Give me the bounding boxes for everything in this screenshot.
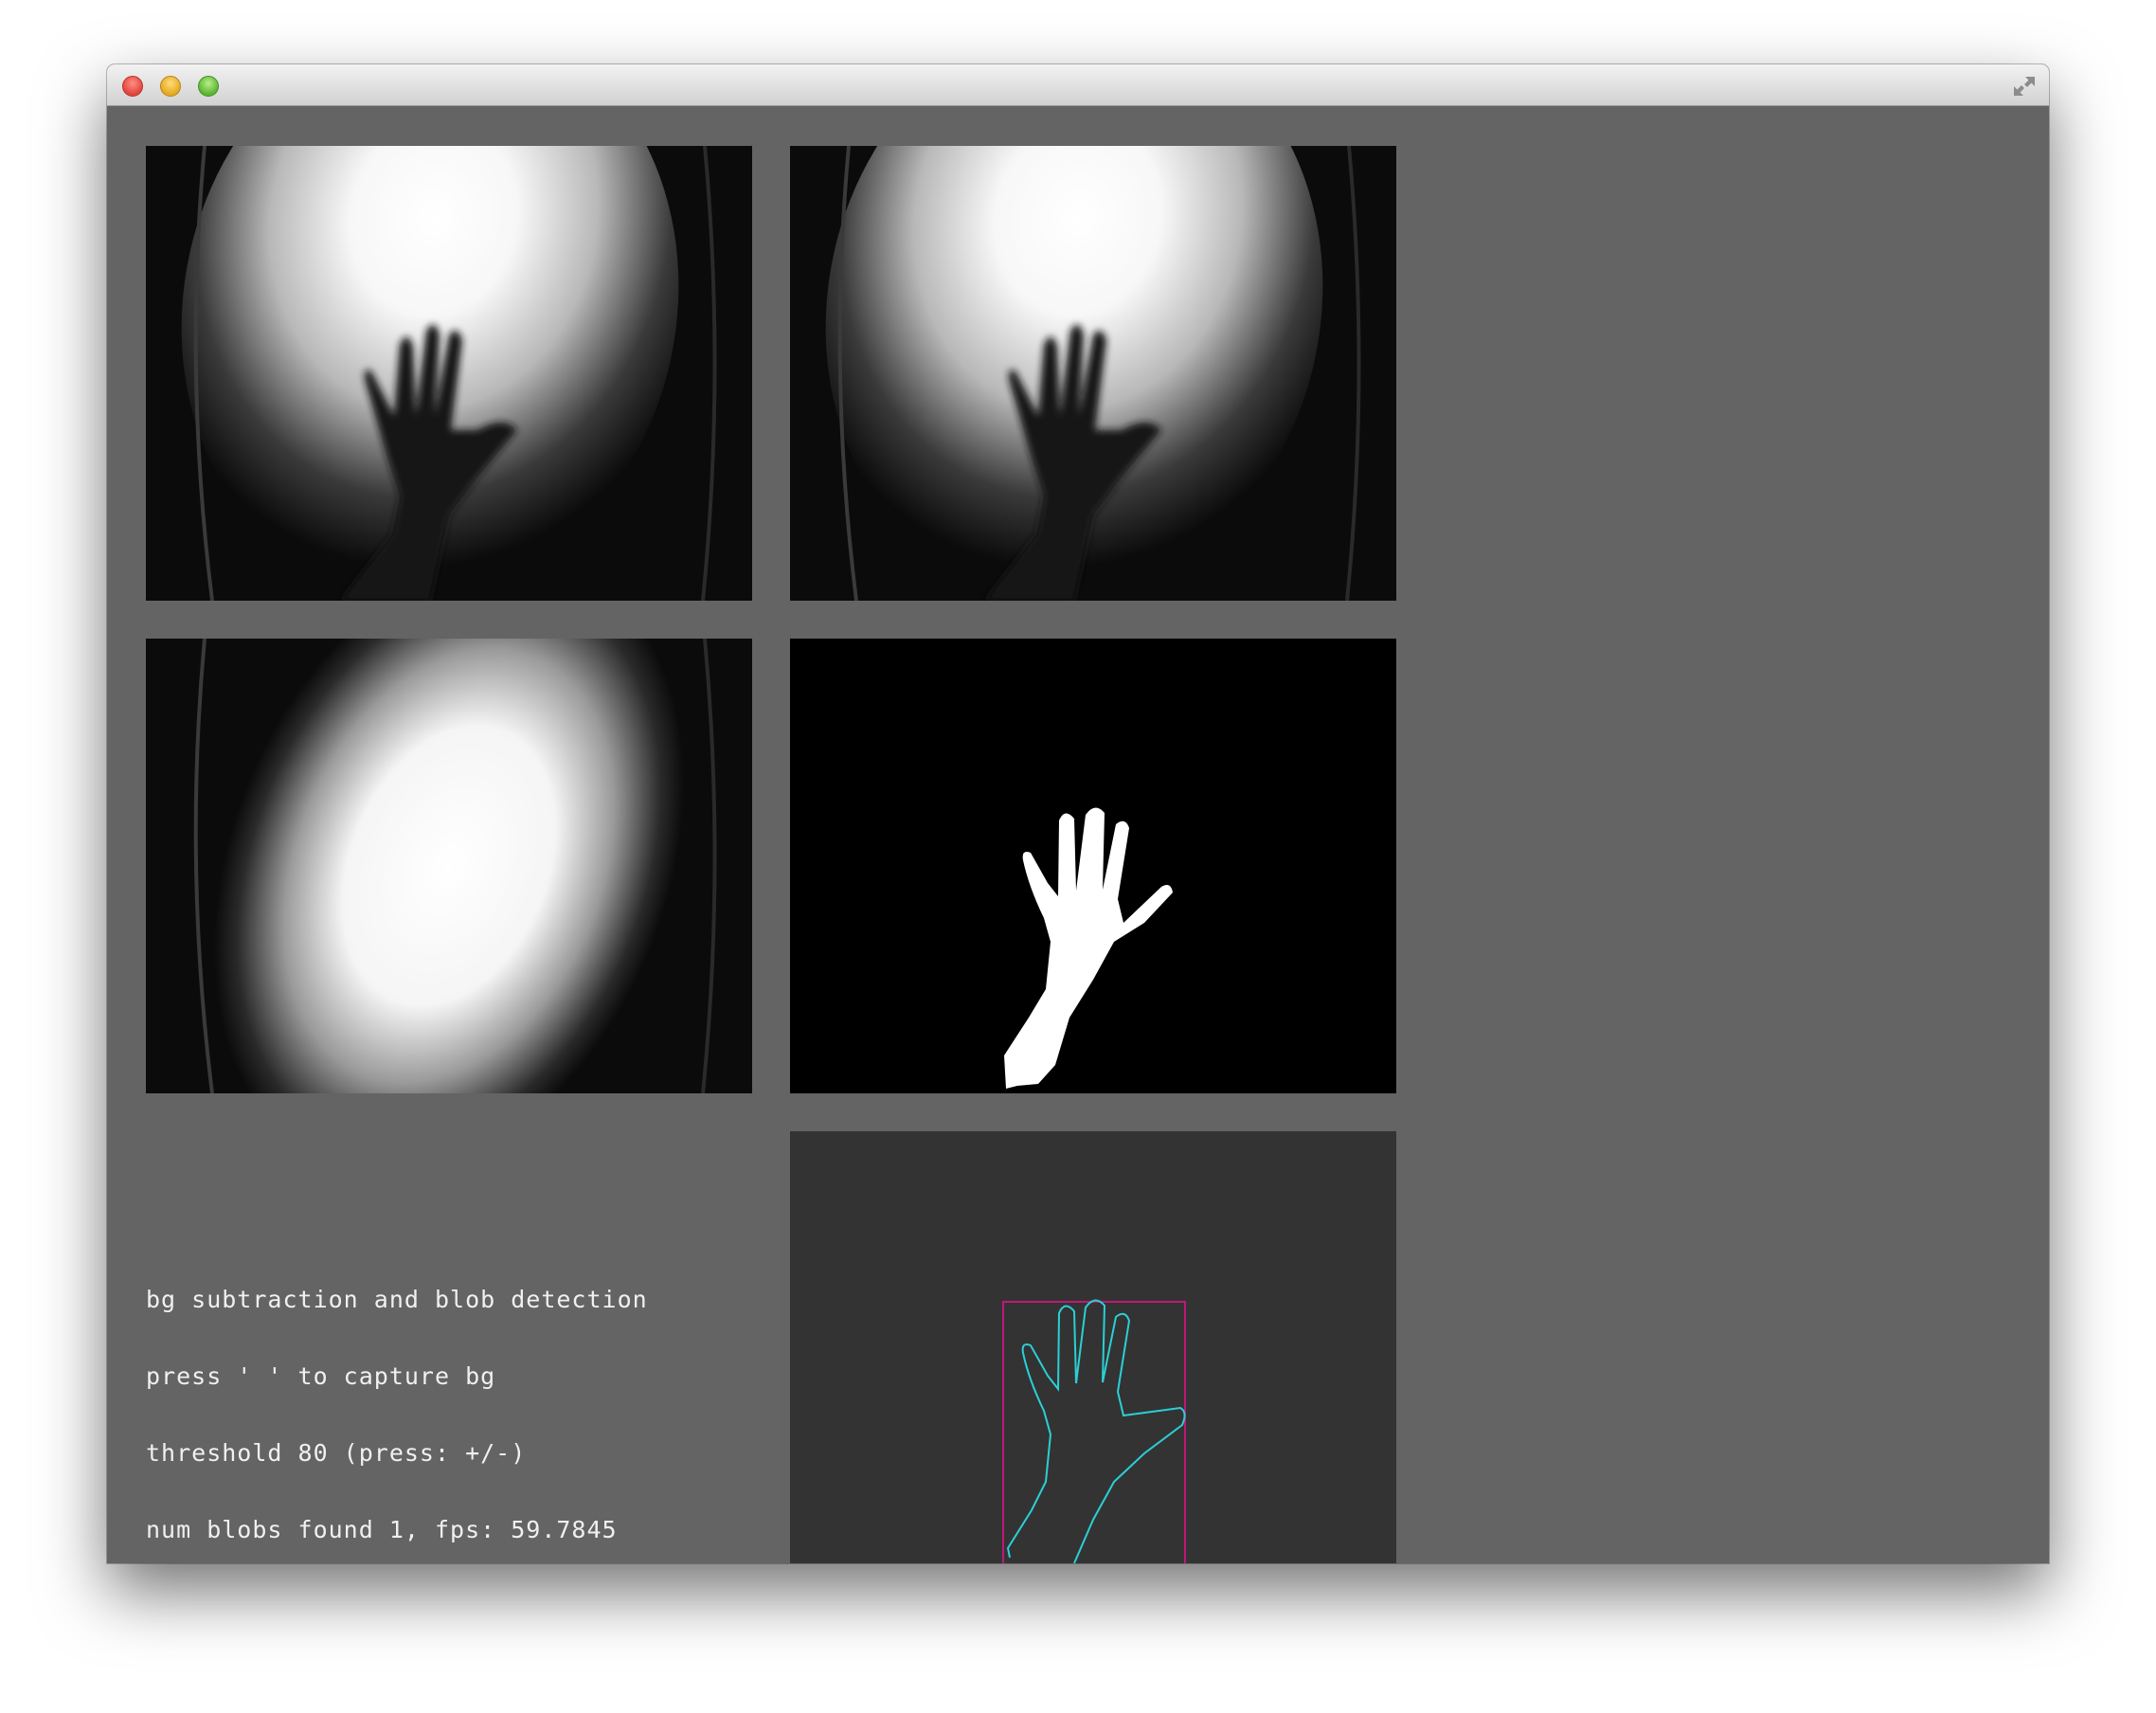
app-canvas: bg subtraction and blob detection press …: [107, 106, 2049, 1563]
contour-panel: [790, 1131, 1396, 1563]
close-button[interactable]: [122, 76, 143, 97]
info-blob-stats: num blobs found 1, fps: 59.7845: [146, 1516, 618, 1543]
zoom-button[interactable]: [198, 76, 219, 97]
title-bar[interactable]: [107, 64, 2049, 106]
contour-image: [790, 1131, 1396, 1563]
grayscale-image: [790, 146, 1396, 601]
minimize-button[interactable]: [160, 76, 181, 97]
info-capture-hint: press ' ' to capture bg: [146, 1362, 496, 1390]
info-threshold: threshold 80 (press: +/-): [146, 1439, 527, 1467]
info-text: bg subtraction and blob detection press …: [146, 1235, 752, 1563]
app-window: bg subtraction and blob detection press …: [107, 64, 2049, 1563]
difference-panel: [790, 639, 1396, 1093]
live-camera-panel: [146, 146, 752, 601]
fullscreen-arrows-icon[interactable]: [2011, 74, 2038, 99]
background-image: [146, 639, 752, 1093]
background-panel: [146, 639, 752, 1093]
live-camera-image: [146, 146, 752, 601]
thresholded-difference-image: [790, 639, 1396, 1093]
grayscale-panel: [790, 146, 1396, 601]
info-title: bg subtraction and blob detection: [146, 1286, 648, 1313]
